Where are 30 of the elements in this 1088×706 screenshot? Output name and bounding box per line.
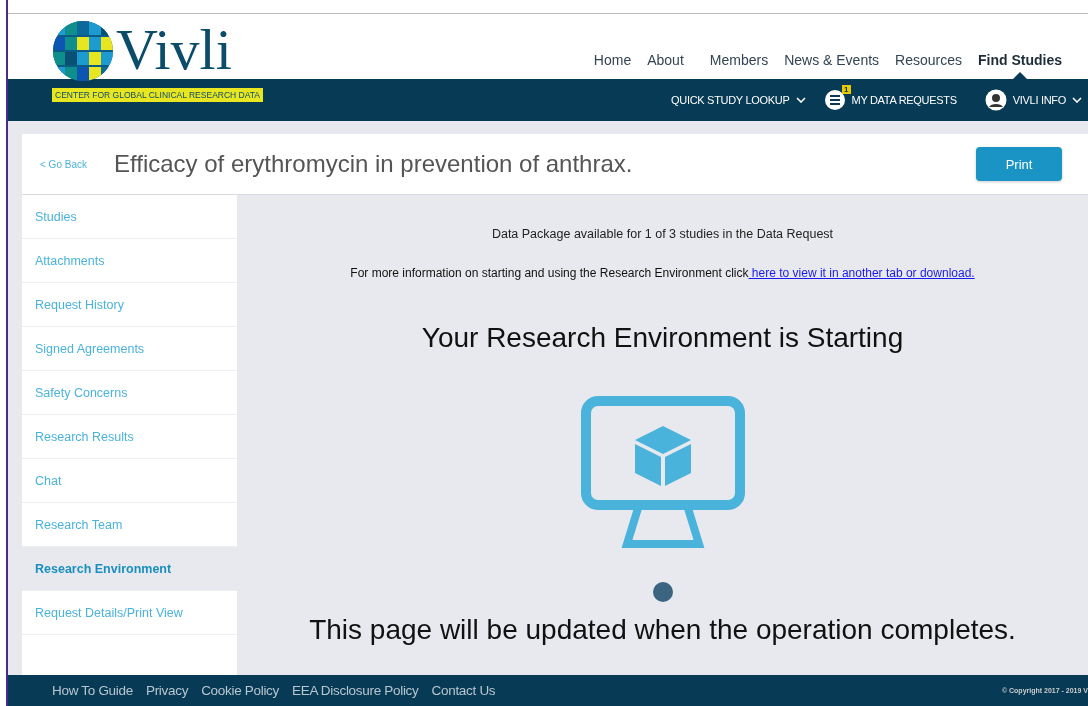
nav-link[interactable]: News & Events (776, 52, 888, 79)
nav-link[interactable]: About (639, 52, 692, 79)
list-icon (823, 89, 846, 111)
nav-link[interactable]: Members (701, 52, 777, 79)
quick-study-lookup-menu[interactable]: QUICK STUDY LOOKUP (671, 94, 806, 106)
footer-link[interactable]: EEA Disclosure Policy (292, 683, 419, 698)
loading-dot-icon (652, 582, 673, 602)
availability-text: Data Package available for 1 of 3 studies in the Data Request (491, 227, 834, 241)
user-menu[interactable]: VIVLI INFO (1012, 94, 1066, 106)
page-title: Efficacy of erythromycin in prevention of anthrax. (114, 150, 634, 178)
notification-badge: 1 (842, 85, 851, 94)
nav-link[interactable]: Find Studies (970, 52, 1070, 79)
nav-link[interactable]: Resources (887, 52, 970, 79)
user-avatar-icon (984, 89, 1007, 111)
info-text: For more information on starting and using the Research Environment click (350, 266, 749, 280)
status-message: This page will be updated when the operation completes. (309, 614, 1016, 646)
status-heading: Your Research Environment is Starting (421, 322, 904, 354)
footer-link[interactable]: Contact Us (431, 683, 496, 698)
logo-wordmark: Vivli (116, 21, 232, 79)
chevron-down-icon (1072, 97, 1082, 103)
footer-link[interactable]: Cookie Policy (201, 683, 279, 698)
logo-globe-icon (53, 21, 113, 81)
monitor-cube-icon (580, 396, 745, 548)
help-link[interactable]: here to view it in another tab or download. (748, 266, 975, 280)
logo-tagline: CENTER FOR GLOBAL CLINICAL RESEARCH DATA (52, 88, 263, 102)
my-data-requests-link[interactable]: MY DATA REQUESTS (851, 94, 957, 106)
nav-link[interactable]: Home (585, 52, 640, 79)
footer-link[interactable]: Privacy (145, 683, 189, 698)
footer-link[interactable]: How To Guide (52, 683, 133, 698)
chevron-down-icon (795, 97, 806, 103)
